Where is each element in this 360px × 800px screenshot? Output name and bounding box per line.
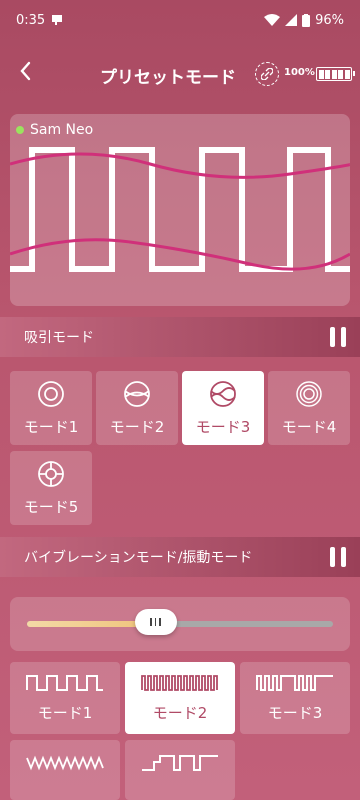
suction-mode-3[interactable]: モード3: [182, 371, 264, 445]
step-wave-icon: [142, 755, 218, 771]
concentric-circle-icon: [38, 380, 64, 407]
ripple-circle-icon: [296, 380, 322, 407]
vibration-mode-2-label: モード2: [152, 703, 208, 722]
ball-icon: [124, 380, 150, 407]
vibration-mode-1-label: モード1: [37, 703, 93, 722]
wifi-icon: [264, 14, 281, 26]
square-wave-icon: [26, 674, 103, 691]
zigzag-wave-icon: [26, 755, 104, 771]
vibration-mode-1[interactable]: モード1: [10, 662, 120, 734]
signal-icon: [285, 14, 298, 26]
device-label: Sam Neo: [16, 122, 93, 138]
link-icon[interactable]: [255, 62, 279, 86]
vibration-intensity-card: [10, 597, 350, 651]
suction-pause-button[interactable]: [330, 327, 346, 347]
suction-mode-5[interactable]: モード5: [10, 451, 92, 525]
suction-title: 吸引モード: [24, 330, 94, 346]
waveform-card: Sam Neo: [10, 114, 350, 306]
back-arrow-icon: [20, 61, 31, 81]
connected-dot-icon: [16, 126, 24, 134]
vibration-intensity-slider[interactable]: [27, 621, 333, 627]
suction-mode-2[interactable]: モード2: [96, 371, 178, 445]
status-left: 0:35: [16, 13, 63, 28]
suction-mode-1[interactable]: モード1: [10, 371, 92, 445]
suction-mode-1-label: モード1: [23, 417, 79, 436]
burst-square-wave-icon: [256, 674, 333, 691]
vibration-mode-3[interactable]: モード3: [240, 662, 350, 734]
notification-icon: [52, 15, 63, 25]
suction-mode-4-label: モード4: [281, 417, 337, 436]
vibration-mode-4[interactable]: [10, 740, 120, 800]
dense-square-wave-icon: [141, 674, 218, 691]
back-button[interactable]: [18, 60, 32, 88]
target-circle-icon: [38, 460, 64, 487]
status-battery: 96%: [315, 12, 344, 28]
device-name: Sam Neo: [30, 122, 94, 138]
vibration-section-bar: バイブレーションモード/振動モード: [0, 537, 360, 577]
suction-section-bar: 吸引モード: [0, 317, 360, 357]
vibration-title: バイブレーションモード/振動モード: [24, 550, 253, 566]
status-time: 0:35: [16, 12, 46, 28]
suction-mode-2-label: モード2: [109, 417, 165, 436]
vibration-mode-3-label: モード3: [267, 703, 323, 722]
slider-thumb[interactable]: [134, 609, 177, 635]
device-battery-text: 100%: [284, 67, 315, 78]
suction-mode-grid: モード1 モード2 モード3 モード4 モード5: [10, 371, 350, 526]
suction-mode-5-label: モード5: [23, 497, 79, 516]
header: プリセットモード 100%: [0, 54, 360, 94]
vibration-mode-grid: モード1 モード2 モード3: [10, 662, 350, 800]
battery-status-icon: [302, 13, 311, 27]
wave-circle-icon: [210, 380, 236, 407]
waveform-graph: [10, 147, 350, 272]
status-bar: 0:35 96%: [0, 0, 360, 40]
vibration-pause-button[interactable]: [330, 547, 346, 567]
page-title: プリセットモード: [100, 68, 236, 88]
device-battery-icon: [316, 67, 355, 81]
suction-mode-3-label: モード3: [195, 417, 251, 436]
vibration-mode-5[interactable]: [125, 740, 235, 800]
suction-mode-4[interactable]: モード4: [268, 371, 350, 445]
status-right: 96%: [264, 13, 344, 28]
vibration-mode-2[interactable]: モード2: [125, 662, 235, 734]
